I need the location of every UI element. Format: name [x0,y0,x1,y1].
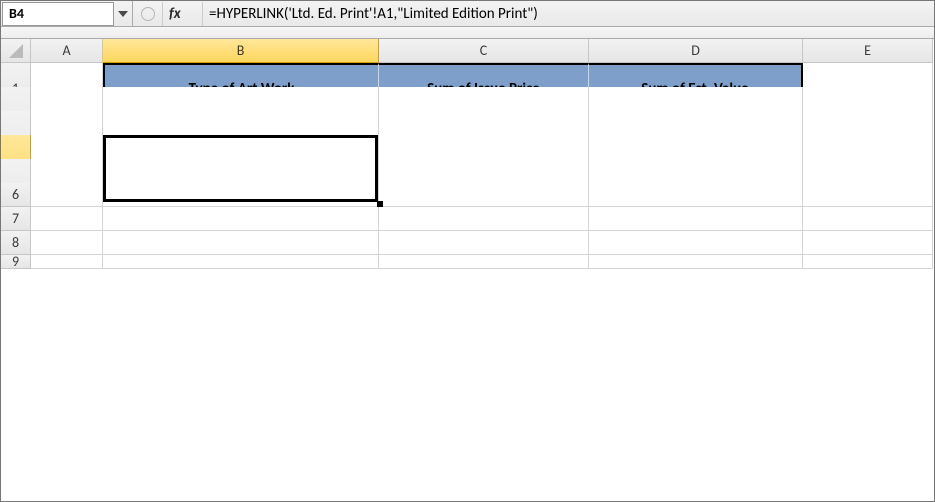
cell-c6[interactable] [379,183,589,207]
formula-bar-row: fx [1,1,934,27]
cell-a8[interactable] [31,231,103,255]
fill-handle[interactable] [377,201,383,207]
cell-e9[interactable] [803,255,933,269]
cell-d7[interactable] [589,207,803,231]
cell-a7[interactable] [31,207,103,231]
row-header-8[interactable]: 8 [1,231,31,255]
cell-c7[interactable] [379,207,589,231]
name-box-dropdown[interactable] [114,11,132,17]
row-header-6[interactable]: 6 [1,183,31,207]
name-box [1,1,133,26]
row-header-7[interactable]: 7 [1,207,31,231]
name-box-input[interactable] [2,2,114,26]
insert-function-button[interactable]: fx [163,2,203,26]
cell-c8[interactable] [379,231,589,255]
formula-input[interactable] [203,2,934,26]
worksheet-grid: A B C D E 1 Type of Art Work Sum of Issu… [1,39,934,279]
select-all-corner[interactable] [1,39,31,63]
cell-d6[interactable] [589,183,803,207]
cell-e6[interactable] [803,183,933,207]
cell-b7[interactable] [103,207,379,231]
cell-b6[interactable] [103,183,379,207]
col-header-e[interactable]: E [803,39,933,63]
cell-e8[interactable] [803,231,933,255]
toolbar-strip [1,27,934,39]
cell-a9[interactable] [31,255,103,269]
formula-bar: fx [133,1,934,26]
cell-b8[interactable] [103,231,379,255]
col-header-c[interactable]: C [379,39,589,63]
cell-d8[interactable] [589,231,803,255]
row-header-9[interactable]: 9 [1,255,31,269]
cell-d9[interactable] [589,255,803,269]
col-header-a[interactable]: A [31,39,103,63]
cancel-formula-button[interactable] [133,2,163,26]
cell-c9[interactable] [379,255,589,269]
cell-e7[interactable] [803,207,933,231]
cell-a6[interactable] [31,183,103,207]
col-header-d[interactable]: D [589,39,803,63]
cell-b9[interactable] [103,255,379,269]
col-header-b[interactable]: B [103,39,379,63]
